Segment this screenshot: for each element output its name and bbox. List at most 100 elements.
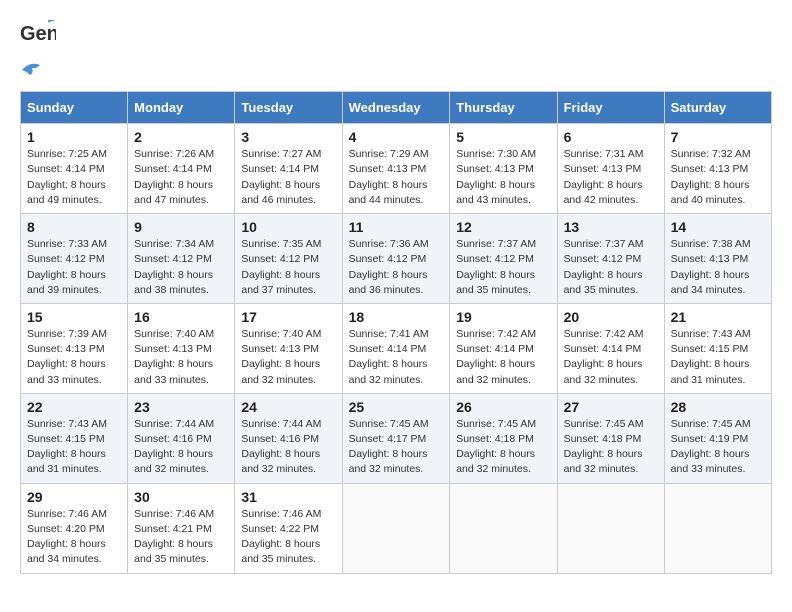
column-header-thursday: Thursday bbox=[450, 92, 557, 124]
day-cell-19: 19 Sunrise: 7:42 AMSunset: 4:14 PMDayligh… bbox=[450, 303, 557, 393]
day-info: Sunrise: 7:31 AMSunset: 4:13 PMDaylight:… bbox=[564, 147, 658, 208]
day-cell-28: 28Sunrise: 7:45 AMSunset: 4:19 PMDayligh… bbox=[664, 393, 771, 483]
week-row-3: 15Sunrise: 7:39 AMSunset: 4:13 PMDayligh… bbox=[21, 303, 772, 393]
svg-text:General: General bbox=[20, 23, 56, 45]
day-info: Sunrise: 7:37 AMSunset: 4:12 PMDaylight:… bbox=[456, 237, 550, 298]
day-number: 19 bbox=[456, 309, 550, 325]
day-number: 13 bbox=[564, 219, 658, 235]
day-cell-12: 12 Sunrise: 7:37 AMSunset: 4:12 PMDayligh… bbox=[450, 214, 557, 304]
week-row-4: 22 Sunrise: 7:43 AMSunset: 4:15 PMDayligh… bbox=[21, 393, 772, 483]
empty-cell bbox=[342, 483, 450, 573]
day-cell-15: 15Sunrise: 7:39 AMSunset: 4:13 PMDayligh… bbox=[21, 303, 128, 393]
day-number: 2 bbox=[134, 129, 228, 145]
day-cell-20: 20Sunrise: 7:42 AMSunset: 4:14 PMDayligh… bbox=[557, 303, 664, 393]
day-cell-1: 1 Sunrise: 7:25 AMSunset: 4:14 PMDaylight… bbox=[21, 124, 128, 214]
column-header-monday: Monday bbox=[128, 92, 235, 124]
day-number: 15 bbox=[27, 309, 121, 325]
day-number: 12 bbox=[456, 219, 550, 235]
day-info: Sunrise: 7:44 AMSunset: 4:16 PMDaylight:… bbox=[241, 417, 335, 478]
day-cell-27: 27 Sunrise: 7:45 AMSunset: 4:18 PMDayligh… bbox=[557, 393, 664, 483]
day-number: 9 bbox=[134, 219, 228, 235]
day-number: 10 bbox=[241, 219, 335, 235]
day-info: Sunrise: 7:30 AMSunset: 4:13 PMDaylight:… bbox=[456, 147, 550, 208]
day-number: 3 bbox=[241, 129, 335, 145]
day-number: 18 bbox=[349, 309, 444, 325]
day-cell-22: 22 Sunrise: 7:43 AMSunset: 4:15 PMDayligh… bbox=[21, 393, 128, 483]
day-number: 7 bbox=[671, 129, 765, 145]
empty-cell bbox=[557, 483, 664, 573]
day-cell-2: 2Sunrise: 7:26 AMSunset: 4:14 PMDaylight… bbox=[128, 124, 235, 214]
day-cell-6: 6 Sunrise: 7:31 AMSunset: 4:13 PMDaylight… bbox=[557, 124, 664, 214]
day-number: 27 bbox=[564, 399, 658, 415]
day-cell-25: 25 Sunrise: 7:45 AMSunset: 4:17 PMDayligh… bbox=[342, 393, 450, 483]
day-number: 31 bbox=[241, 489, 335, 505]
day-info: Sunrise: 7:36 AMSunset: 4:12 PMDaylight:… bbox=[349, 237, 444, 298]
day-cell-21: 21 Sunrise: 7:43 AMSunset: 4:15 PMDayligh… bbox=[664, 303, 771, 393]
day-cell-26: 26 Sunrise: 7:45 AMSunset: 4:18 PMDayligh… bbox=[450, 393, 557, 483]
day-number: 1 bbox=[27, 129, 121, 145]
day-number: 22 bbox=[27, 399, 121, 415]
day-cell-5: 5 Sunrise: 7:30 AMSunset: 4:13 PMDaylight… bbox=[450, 124, 557, 214]
day-number: 29 bbox=[27, 489, 121, 505]
day-info: Sunrise: 7:45 AMSunset: 4:17 PMDaylight:… bbox=[349, 417, 444, 478]
day-info: Sunrise: 7:45 AMSunset: 4:19 PMDaylight:… bbox=[671, 417, 765, 478]
day-info: Sunrise: 7:43 AMSunset: 4:15 PMDaylight:… bbox=[27, 417, 121, 478]
day-info: Sunrise: 7:45 AMSunset: 4:18 PMDaylight:… bbox=[564, 417, 658, 478]
day-info: Sunrise: 7:35 AMSunset: 4:12 PMDaylight:… bbox=[241, 237, 335, 298]
day-info: Sunrise: 7:40 AMSunset: 4:13 PMDaylight:… bbox=[241, 327, 335, 388]
day-cell-8: 8Sunrise: 7:33 AMSunset: 4:12 PMDaylight… bbox=[21, 214, 128, 304]
day-cell-10: 10 Sunrise: 7:35 AMSunset: 4:12 PMDayligh… bbox=[235, 214, 342, 304]
empty-cell bbox=[664, 483, 771, 573]
day-info: Sunrise: 7:45 AMSunset: 4:18 PMDaylight:… bbox=[456, 417, 550, 478]
day-number: 16 bbox=[134, 309, 228, 325]
day-cell-7: 7 Sunrise: 7:32 AMSunset: 4:13 PMDaylight… bbox=[664, 124, 771, 214]
calendar-table: SundayMondayTuesdayWednesdayThursdayFrid… bbox=[20, 91, 772, 573]
day-cell-18: 18 Sunrise: 7:41 AMSunset: 4:14 PMDayligh… bbox=[342, 303, 450, 393]
day-number: 4 bbox=[349, 129, 444, 145]
day-cell-9: 9Sunrise: 7:34 AMSunset: 4:12 PMDaylight… bbox=[128, 214, 235, 304]
logo: General bbox=[20, 20, 56, 81]
day-number: 21 bbox=[671, 309, 765, 325]
page-header: General bbox=[20, 20, 772, 81]
day-info: Sunrise: 7:32 AMSunset: 4:13 PMDaylight:… bbox=[671, 147, 765, 208]
logo-icon: General bbox=[20, 20, 56, 61]
day-number: 5 bbox=[456, 129, 550, 145]
day-cell-11: 11 Sunrise: 7:36 AMSunset: 4:12 PMDayligh… bbox=[342, 214, 450, 304]
day-info: Sunrise: 7:43 AMSunset: 4:15 PMDaylight:… bbox=[671, 327, 765, 388]
day-info: Sunrise: 7:46 AMSunset: 4:22 PMDaylight:… bbox=[241, 507, 335, 568]
day-cell-23: 23 Sunrise: 7:44 AMSunset: 4:16 PMDayligh… bbox=[128, 393, 235, 483]
day-cell-4: 4 Sunrise: 7:29 AMSunset: 4:13 PMDaylight… bbox=[342, 124, 450, 214]
day-cell-29: 29Sunrise: 7:46 AMSunset: 4:20 PMDayligh… bbox=[21, 483, 128, 573]
day-info: Sunrise: 7:27 AMSunset: 4:14 PMDaylight:… bbox=[241, 147, 335, 208]
day-cell-17: 17 Sunrise: 7:40 AMSunset: 4:13 PMDayligh… bbox=[235, 303, 342, 393]
day-info: Sunrise: 7:44 AMSunset: 4:16 PMDaylight:… bbox=[134, 417, 228, 478]
day-number: 6 bbox=[564, 129, 658, 145]
day-cell-16: 16Sunrise: 7:40 AMSunset: 4:13 PMDayligh… bbox=[128, 303, 235, 393]
logo-bird-icon bbox=[22, 61, 44, 79]
column-header-wednesday: Wednesday bbox=[342, 92, 450, 124]
empty-cell bbox=[450, 483, 557, 573]
day-info: Sunrise: 7:29 AMSunset: 4:13 PMDaylight:… bbox=[349, 147, 444, 208]
day-number: 11 bbox=[349, 219, 444, 235]
day-number: 26 bbox=[456, 399, 550, 415]
week-row-1: 1 Sunrise: 7:25 AMSunset: 4:14 PMDaylight… bbox=[21, 124, 772, 214]
day-number: 25 bbox=[349, 399, 444, 415]
day-cell-30: 30 Sunrise: 7:46 AMSunset: 4:21 PMDayligh… bbox=[128, 483, 235, 573]
day-info: Sunrise: 7:46 AMSunset: 4:21 PMDaylight:… bbox=[134, 507, 228, 568]
day-info: Sunrise: 7:38 AMSunset: 4:13 PMDaylight:… bbox=[671, 237, 765, 298]
day-cell-31: 31 Sunrise: 7:46 AMSunset: 4:22 PMDayligh… bbox=[235, 483, 342, 573]
column-header-tuesday: Tuesday bbox=[235, 92, 342, 124]
day-number: 30 bbox=[134, 489, 228, 505]
column-header-friday: Friday bbox=[557, 92, 664, 124]
day-number: 17 bbox=[241, 309, 335, 325]
day-info: Sunrise: 7:42 AMSunset: 4:14 PMDaylight:… bbox=[456, 327, 550, 388]
day-info: Sunrise: 7:33 AMSunset: 4:12 PMDaylight:… bbox=[27, 237, 121, 298]
day-info: Sunrise: 7:25 AMSunset: 4:14 PMDaylight:… bbox=[27, 147, 121, 208]
day-info: Sunrise: 7:41 AMSunset: 4:14 PMDaylight:… bbox=[349, 327, 444, 388]
day-cell-13: 13Sunrise: 7:37 AMSunset: 4:12 PMDayligh… bbox=[557, 214, 664, 304]
day-info: Sunrise: 7:42 AMSunset: 4:14 PMDaylight:… bbox=[564, 327, 658, 388]
week-row-5: 29Sunrise: 7:46 AMSunset: 4:20 PMDayligh… bbox=[21, 483, 772, 573]
calendar-header-row: SundayMondayTuesdayWednesdayThursdayFrid… bbox=[21, 92, 772, 124]
day-number: 23 bbox=[134, 399, 228, 415]
day-number: 14 bbox=[671, 219, 765, 235]
